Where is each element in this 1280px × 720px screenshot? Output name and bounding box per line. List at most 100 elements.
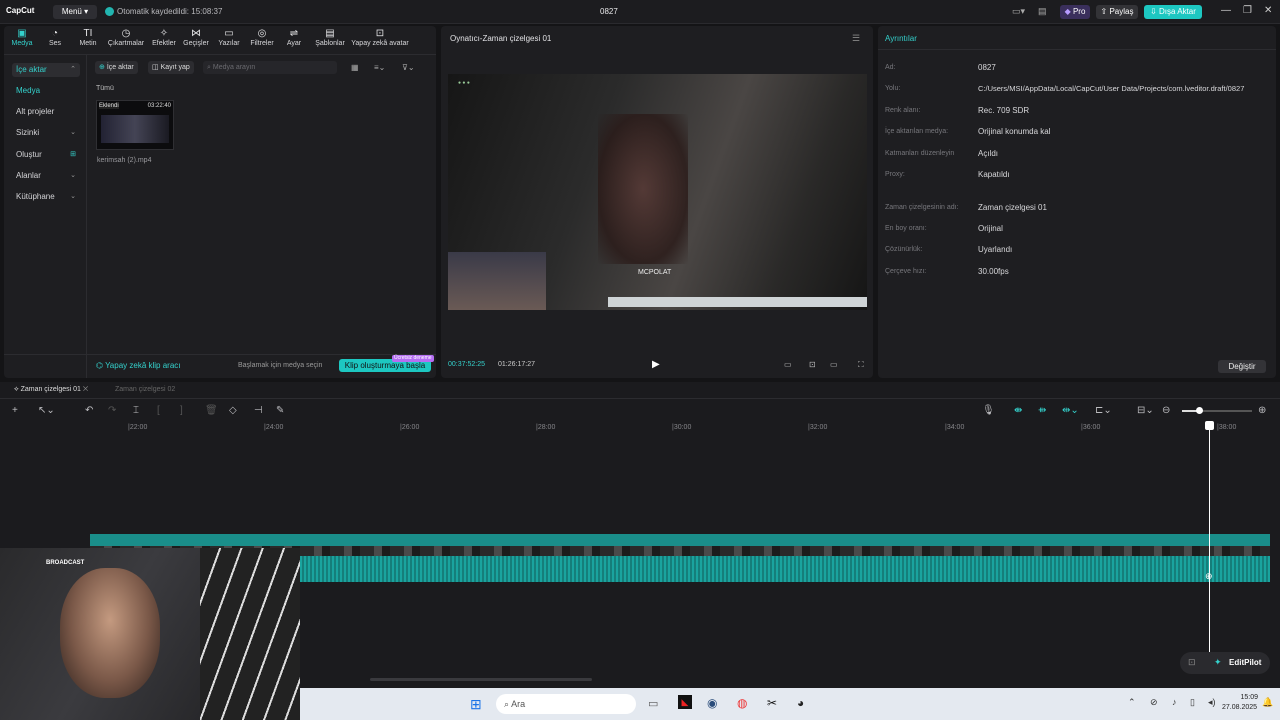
detail-value: Rec. 709 SDR (978, 106, 1030, 115)
app-icon[interactable]: ◣ (678, 695, 692, 709)
zoom-slider[interactable] (1182, 407, 1252, 414)
tool-audio[interactable]: ◔ Ses (44, 28, 66, 47)
ratio-icon[interactable]: ▭ (784, 360, 792, 369)
steam-icon[interactable]: ◉ (707, 696, 717, 710)
ruler-tick: |24:00 (264, 424, 284, 431)
zoom-out-icon[interactable]: ⊖ (1162, 405, 1170, 416)
crop-icon[interactable]: ⊣ (254, 405, 263, 416)
layout-icon[interactable]: ▭▾ (1012, 6, 1025, 17)
fullscreen-icon[interactable]: ⛶ (858, 360, 864, 370)
sidebar-item-spaces[interactable]: Alanlar ⌄ (12, 169, 80, 183)
capcut-taskbar-icon[interactable]: ✂ (767, 696, 777, 710)
tool-filters[interactable]: ◎ Filtreler (247, 28, 277, 47)
playhead-handle[interactable] (1205, 421, 1214, 430)
close-icon[interactable]: ✕ (1264, 5, 1272, 16)
chrome-icon[interactable]: ◍ (737, 696, 747, 710)
filter-icon[interactable]: ⊽⌄ (402, 63, 415, 72)
editpilot-widget[interactable]: ⊡ ✦ EditPilot (1180, 652, 1270, 674)
split-icon[interactable]: ⌶ (133, 405, 139, 416)
sort-icon[interactable]: ≡⌄ (374, 63, 385, 72)
redo-icon[interactable]: ↷ (108, 405, 116, 416)
tool-media[interactable]: ▣ Medya (10, 28, 34, 47)
pro-button[interactable]: ◆ Pro (1060, 5, 1090, 19)
tab-timeline-01[interactable]: ⟡ Zaman çizelgesi 01 ✕ (14, 386, 88, 394)
clock-time[interactable]: 15:09 (1234, 694, 1258, 701)
share-button[interactable]: ⇧ Paylaş (1096, 5, 1138, 19)
split-left-icon[interactable]: [ (157, 405, 160, 416)
media-icon: ▣ (17, 28, 27, 39)
sidebar-item-library[interactable]: Kütüphane ⌄ (12, 190, 80, 204)
undo-icon[interactable]: ↶ (85, 405, 93, 416)
ruler-tick: |32:00 (808, 424, 828, 431)
filter-all[interactable]: Tümü (96, 85, 114, 92)
snap-icon[interactable]: ⇻ (1038, 405, 1046, 416)
clip-duration: 03:22:40 (147, 103, 171, 109)
tool-adjust[interactable]: ⇌ Ayar (284, 28, 304, 47)
media-clip-thumbnail[interactable]: Eklendi 03:22:40 (96, 100, 174, 150)
sidebar-item-import[interactable]: İçe aktar ⌃ (12, 63, 80, 77)
focus-icon[interactable]: ⊡ (809, 360, 816, 369)
detail-label: Renk alanı: (885, 107, 921, 114)
tool-transitions[interactable]: ⋈ Geçişler (182, 28, 210, 47)
audio-waveform[interactable] (300, 556, 1270, 582)
file-explorer-icon[interactable]: ▭ (648, 697, 658, 710)
record-button[interactable]: ◫ Kayıt yap (148, 61, 194, 74)
detail-label: En boy oranı: (885, 225, 927, 232)
select-tool-icon[interactable]: ↖⌄ (38, 405, 55, 416)
tool-captions[interactable]: ▭ Yazılar (216, 28, 242, 47)
tray-chevron-icon[interactable]: ⌃ (1128, 697, 1136, 708)
marker-icon[interactable]: ◇ (229, 405, 237, 416)
preview-axis-icon[interactable]: ⊏⌄ (1095, 405, 1112, 416)
tool-stickers[interactable]: ◷ Çıkartmalar (106, 28, 146, 47)
video-clip-header[interactable] (90, 534, 1270, 546)
detail-label: Çerçeve hızı: (885, 268, 927, 275)
microphone-icon[interactable]: 🎙 (982, 405, 995, 416)
play-icon[interactable]: ▶ (652, 359, 660, 370)
delete-icon[interactable]: 🗑 (205, 405, 218, 416)
minimize-icon[interactable]: — (1221, 5, 1231, 16)
display-icon[interactable]: ▯ (1190, 697, 1195, 708)
mic-tray-icon[interactable]: ♪ (1172, 697, 1177, 707)
sidebar-item-subprojects[interactable]: Alt projeler (12, 105, 80, 119)
text-icon: TI (83, 28, 93, 39)
volume-icon[interactable]: ◂) (1208, 697, 1216, 708)
ruler-tick: |22:00 (128, 424, 148, 431)
add-track-icon[interactable]: + (12, 405, 18, 416)
timeline-scrollbar[interactable] (370, 678, 592, 681)
import-button[interactable]: ⊕ İçe aktar (95, 61, 138, 74)
sidebar-item-media[interactable]: Medya (12, 84, 80, 98)
clock-date[interactable]: 27.08.2025 (1222, 704, 1257, 711)
tool-effects[interactable]: ✧ Efektler (149, 28, 179, 47)
tool-ai-avatar[interactable]: ⊡ Yapay zekâ avatar (350, 28, 410, 47)
divider (878, 49, 1276, 50)
maximize-icon[interactable]: ❐ (1243, 5, 1252, 16)
taskbar-search[interactable]: ⌕ Ara (496, 694, 636, 714)
menu-button[interactable]: Menü ▾ (53, 5, 97, 19)
shortcut-icon[interactable]: ▤ (1038, 6, 1047, 17)
zoom-slider-handle[interactable] (1196, 407, 1203, 414)
captions-toggle-icon[interactable]: ⊟⌄ (1137, 405, 1154, 416)
split-right-icon[interactable]: ] (180, 405, 183, 416)
windows-start-icon[interactable]: ⊞ (470, 696, 482, 713)
playhead[interactable] (1209, 422, 1210, 674)
notification-icon[interactable]: 🔔 (1262, 697, 1273, 708)
obs-icon[interactable]: ◕ (797, 696, 804, 710)
search-input[interactable]: ⌕ Medya arayın (203, 61, 337, 74)
player-menu-icon[interactable]: ☰ (852, 33, 860, 44)
export-button[interactable]: ⇩ Dışa Aktar (1144, 5, 1202, 19)
change-button[interactable]: Değiştir (1218, 360, 1266, 373)
draw-icon[interactable]: ✎ (276, 405, 284, 416)
ai-clip-tool-link[interactable]: ⌬ Yapay zekâ klip aracı (96, 361, 181, 370)
tool-templates[interactable]: ▤ Şablonlar (313, 28, 347, 47)
tool-text[interactable]: TI Metin (76, 28, 100, 47)
network-icon[interactable]: ⊘ (1150, 697, 1158, 708)
quality-icon[interactable]: ▭ (830, 360, 838, 369)
sidebar-item-yours[interactable]: Sizinki ⌄ (12, 126, 80, 140)
background-lights (200, 548, 300, 720)
tab-timeline-02[interactable]: Zaman çizelgesi 02 (115, 386, 175, 393)
link-main-icon[interactable]: ⇼ (1014, 405, 1022, 416)
sidebar-item-create[interactable]: Oluştur ⊞ (12, 148, 80, 162)
grid-view-icon[interactable]: ▦ (351, 63, 359, 72)
zoom-in-icon[interactable]: ⊕ (1258, 405, 1266, 416)
link-icon[interactable]: ⇹⌄ (1062, 405, 1079, 416)
